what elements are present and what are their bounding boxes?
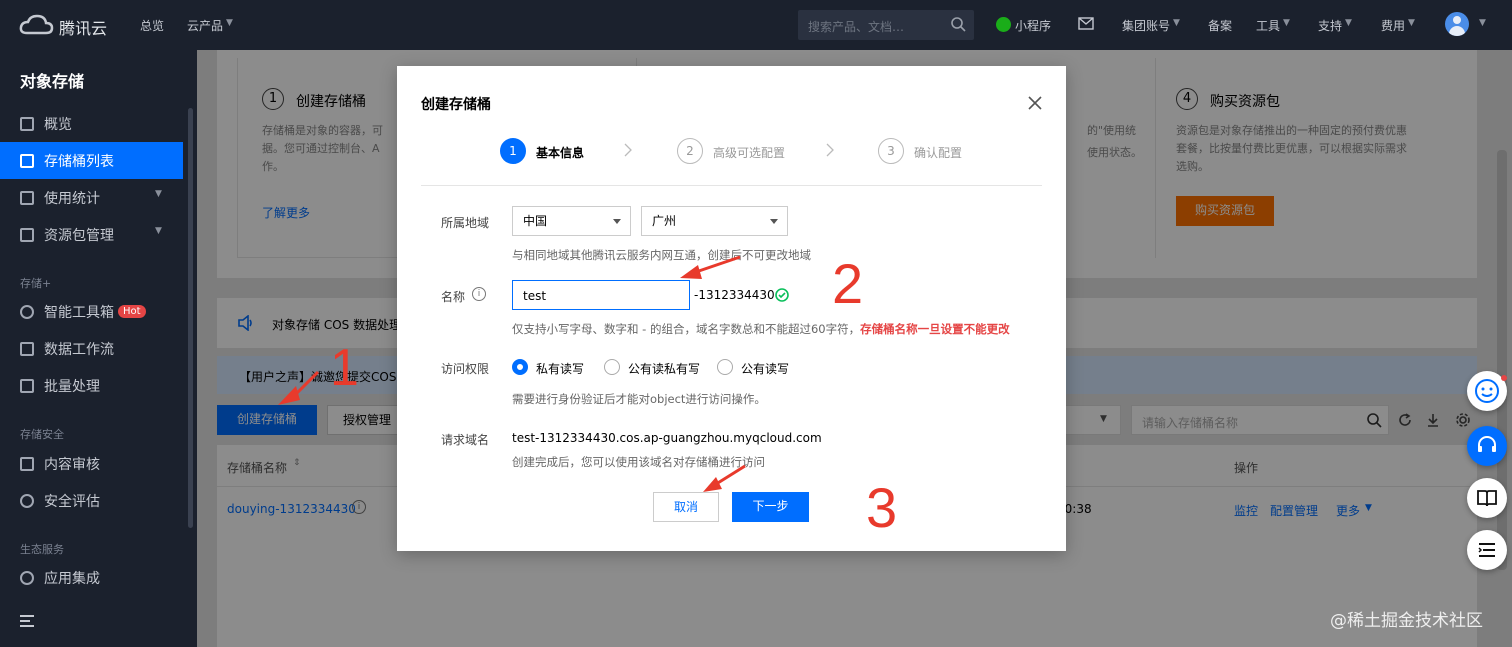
annotation-arrows (278, 255, 746, 492)
list-menu-button[interactable] (1467, 530, 1507, 570)
annotation-step-1: 1 (330, 339, 359, 397)
watermark: @稀土掘金技术社区 (1330, 611, 1483, 631)
annotation-step-2: 2 (832, 252, 864, 315)
notification-dot (1501, 375, 1507, 381)
customer-service-button[interactable] (1467, 426, 1507, 466)
annotation-step-3: 3 (866, 476, 898, 539)
docs-button[interactable] (1467, 478, 1507, 518)
smiley-feedback-button[interactable] (1467, 371, 1507, 411)
